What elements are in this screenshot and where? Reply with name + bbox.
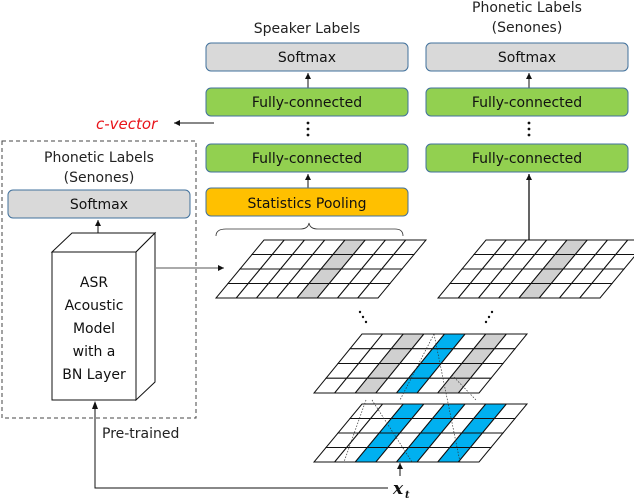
phonetic-frame-grid	[436, 239, 634, 299]
pretrained-phonetic-title: Phonetic Labels	[44, 150, 154, 166]
speaker-softmax-label: Softmax	[278, 50, 336, 66]
input-to-asr-arrowhead	[92, 401, 98, 409]
phonetic-softmax-box: Softmax	[425, 42, 629, 72]
speaker-fc-top-label: Fully-connected	[252, 95, 362, 111]
bottom-tdnn-grid	[312, 403, 529, 463]
speaker-fc-bottom-box: Fully-connected	[205, 143, 409, 173]
phonetic-labels-subtitle: (Senones)	[492, 20, 563, 36]
phonetic-labels-title: Phonetic Labels	[472, 0, 582, 16]
c-vector-label: c-vector	[96, 115, 158, 133]
asr-line-2: Acoustic	[65, 298, 124, 314]
phonetic-softmax-label: Softmax	[498, 50, 556, 66]
speaker-frame-grid	[214, 239, 428, 299]
asr-line-3: Model	[73, 321, 115, 337]
pooling-brace	[215, 222, 404, 237]
input-t-subscript: t	[405, 490, 410, 501]
pretrained-phonetic-subtitle: (Senones)	[64, 170, 135, 186]
speaker-softmax-box: Softmax	[205, 42, 409, 72]
speaker-labels-title: Speaker Labels	[254, 21, 360, 37]
speaker-dots-icon	[306, 121, 310, 137]
asr-line-4: with a	[73, 344, 116, 360]
phonetic-dots-icon	[527, 121, 531, 137]
phonetic-fc-top-box: Fully-connected	[425, 87, 629, 117]
middle-tdnn-grid	[312, 333, 529, 394]
asr-line-5: BN Layer	[62, 367, 126, 383]
input-x-label: x	[392, 479, 404, 499]
pretrained-caption: Pre-trained	[102, 426, 179, 442]
phonetic-ellipsis-icon	[484, 310, 494, 324]
phonetic-fc-bottom-box: Fully-connected	[425, 143, 629, 173]
architecture-diagram: Speaker Labels Softmax Fully-connected F…	[1, 0, 634, 501]
asr-line-1: ASR	[80, 275, 108, 291]
asr-acoustic-model-block: ASR Acoustic Model with a BN Layer	[50, 231, 157, 402]
statistics-pooling-label: Statistics Pooling	[247, 196, 366, 212]
speaker-fc-top-box: Fully-connected	[205, 87, 409, 117]
pretrained-softmax-box: Softmax	[7, 189, 191, 219]
speaker-fc-bottom-label: Fully-connected	[252, 151, 362, 167]
phonetic-fc-top-label: Fully-connected	[472, 95, 582, 111]
speaker-ellipsis-icon	[358, 310, 368, 324]
pretrained-softmax-label: Softmax	[70, 197, 128, 213]
phonetic-fc-bottom-label: Fully-connected	[472, 151, 582, 167]
statistics-pooling-box: Statistics Pooling	[205, 187, 409, 217]
